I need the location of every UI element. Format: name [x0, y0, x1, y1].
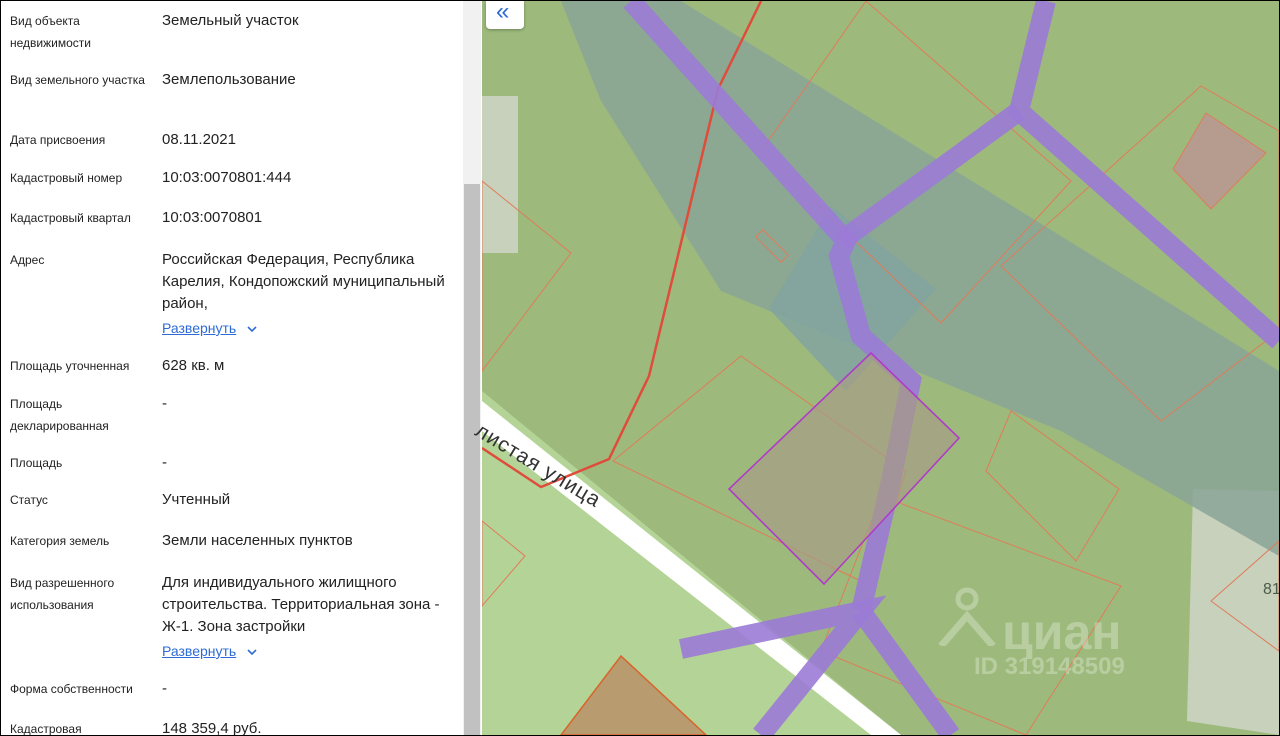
property-label: Площадь [10, 456, 63, 470]
property-value: Российская Федерация, Республика Карелия… [162, 251, 445, 312]
window: Вид объекта недвижимости Земельный участ… [0, 0, 1280, 736]
collapse-panel-button[interactable]: « [486, 1, 524, 29]
property-value[interactable]: 10:03:0070801:444 [162, 167, 452, 189]
property-value: 08.11.2021 [162, 131, 236, 148]
property-label: Площадь уточненная [10, 359, 130, 373]
property-value: Для индивидуального жилищного строительс… [162, 574, 440, 635]
scrollbar-thumb[interactable] [464, 184, 480, 735]
chevron-down-icon[interactable] [246, 648, 258, 658]
property-details-panel: Вид объекта недвижимости Земельный участ… [1, 1, 463, 735]
property-label: Дата присвоения [10, 133, 106, 147]
property-label: Кадастровый номер [10, 171, 123, 185]
property-value: - [162, 680, 167, 697]
property-value: Земли населенных пунктов [162, 532, 353, 549]
property-label: Адрес [10, 253, 45, 267]
property-label: Вид земельного участка [10, 73, 145, 87]
property-value: 148 359,4 руб. [162, 720, 262, 735]
property-value: - [162, 454, 167, 471]
property-value: - [162, 395, 167, 412]
property-label: Форма собственности [10, 682, 133, 696]
property-value: Учтенный [162, 491, 231, 508]
property-label: Вид разрешенного использования [10, 576, 115, 612]
property-value[interactable]: 10:03:0070801 [162, 207, 452, 229]
address-expand-link[interactable]: Развернуть [162, 320, 236, 336]
gray-lot [482, 96, 518, 253]
permitted-use-expand-link[interactable]: Развернуть [162, 643, 236, 659]
property-label: Площадь декларированная [10, 397, 109, 433]
cian-logo-icon [938, 587, 996, 646]
property-label: Кадастровая [10, 722, 82, 735]
property-label: Вид объекта недвижимости [10, 14, 91, 50]
property-value: Землепользование [162, 71, 296, 88]
parcel-number-label: 81 [1263, 581, 1279, 598]
property-value: Земельный участок [162, 12, 299, 29]
property-label: Кадастровый квартал [10, 211, 131, 225]
property-label: Категория земель [10, 534, 110, 548]
property-label: Статус [10, 493, 48, 507]
chevron-down-icon[interactable] [246, 325, 258, 335]
property-value: 628 кв. м [162, 357, 225, 374]
cadastral-map[interactable]: циан ID 319148509 81 [482, 1, 1279, 735]
double-chevron-left-icon: « [496, 0, 510, 25]
watermark-id: ID 319148509 [974, 653, 1125, 680]
map-canvas [482, 1, 1279, 735]
